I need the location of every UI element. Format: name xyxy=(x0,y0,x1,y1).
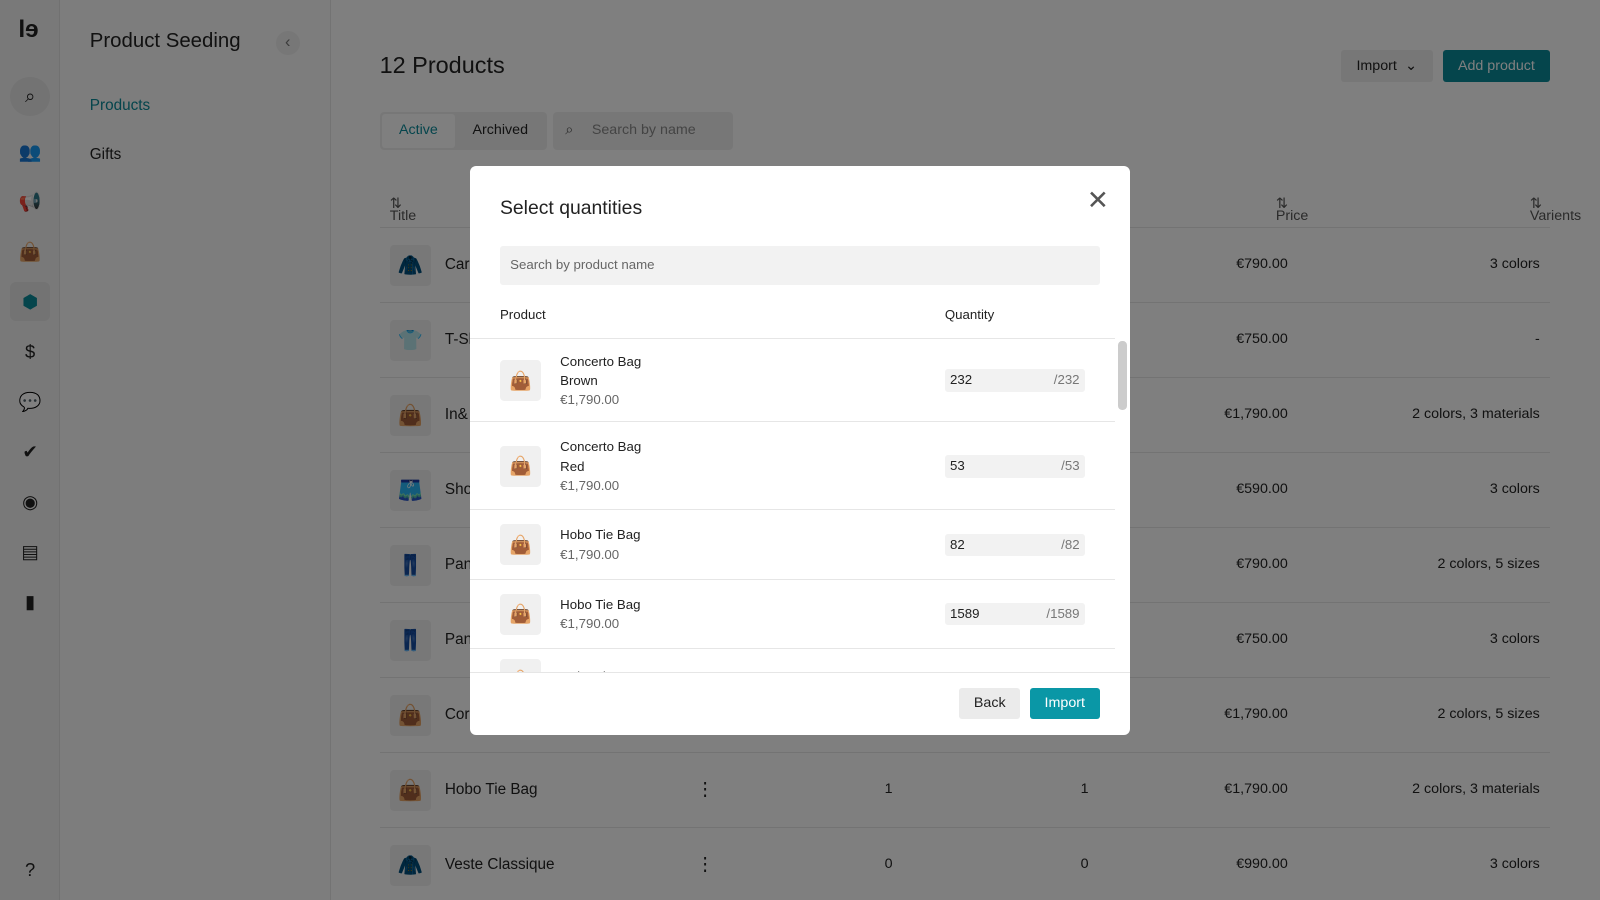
quantity-max: /82 xyxy=(1061,536,1080,552)
list-item: 👜 Concerto Bag Red €1,790.00 53/53 xyxy=(470,422,1116,511)
back-button[interactable]: Back xyxy=(959,687,1021,720)
item-variant: Brown xyxy=(560,372,598,388)
item-price: €1,790.00 xyxy=(560,477,620,493)
bag-thumbnail: 👜 xyxy=(499,593,541,635)
bag-thumbnail: 👜 xyxy=(499,360,541,401)
list-item: 👜 Concerto Bag Brown €1,790.00 232/232 xyxy=(470,339,1116,423)
modal-product-list: 👜 Concerto Bag Brown €1,790.00 232/232 👜 … xyxy=(470,339,1116,673)
import-confirm-button[interactable]: Import xyxy=(1029,687,1100,720)
quantity-max: /53 xyxy=(1061,458,1080,474)
quantity-max: /232 xyxy=(1053,372,1080,388)
col-product: Product xyxy=(499,307,546,323)
quantity-input[interactable]: 232/232 xyxy=(944,369,1085,392)
item-name: Hobo Tie Bag xyxy=(560,596,641,612)
item-variant: Red xyxy=(560,458,585,474)
close-icon[interactable]: ✕ xyxy=(1087,185,1109,216)
quantity-input[interactable]: 53/53 xyxy=(944,455,1085,478)
item-name: Concerto Bag xyxy=(560,439,642,455)
modal-table-header: Product Quantity xyxy=(470,299,1116,339)
quantity-value: 232 xyxy=(949,372,973,388)
quantity-input[interactable]: 82/82 xyxy=(944,533,1085,557)
item-name: Hobo Tie Bag xyxy=(560,527,641,543)
bag-thumbnail: 👜 xyxy=(499,445,541,487)
item-price: €1,790.00 xyxy=(560,616,620,632)
item-price: €1,790.00 xyxy=(560,392,620,408)
quantity-value: 53 xyxy=(949,458,965,474)
scrollbar[interactable] xyxy=(1118,340,1127,411)
modal-footer: Back Import xyxy=(470,672,1130,734)
quantity-input[interactable]: 1589/1589 xyxy=(944,603,1085,626)
list-item: 👜 Hobo Tie Bag €1,790.00 1589/1589 xyxy=(470,580,1116,649)
product-search-input[interactable]: Search by product name xyxy=(499,245,1100,285)
quantity-value: 1589 xyxy=(949,606,980,622)
modal-title: Select quantities xyxy=(499,196,643,219)
bag-thumbnail: 👜 xyxy=(499,524,541,566)
bag-thumbnail: 👜 xyxy=(499,659,541,673)
select-quantities-modal: Select quantities ✕ Search by product na… xyxy=(470,166,1130,735)
item-name: Concerto Bag xyxy=(560,353,642,369)
col-quantity: Quantity xyxy=(944,307,995,323)
item-price: €1,790.00 xyxy=(560,546,620,562)
quantity-max: /1589 xyxy=(1046,606,1080,622)
list-item: 👜 Hobo Tie Bag xyxy=(470,649,1115,673)
quantity-value: 82 xyxy=(949,536,965,552)
list-item: 👜 Hobo Tie Bag €1,790.00 82/82 xyxy=(470,510,1116,580)
